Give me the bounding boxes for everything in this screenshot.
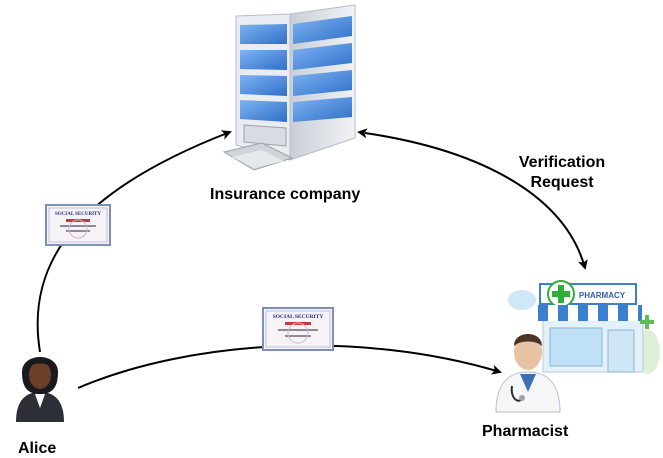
- card-header: SOCIAL SECURITY: [273, 314, 324, 320]
- arrow-alice-to-pharmacist: [77, 344, 502, 389]
- verification-request-label: Verification Request: [497, 153, 627, 193]
- social-security-card-left: SOCIAL SECURITY: [45, 204, 111, 246]
- verification-request-line1: Verification: [518, 154, 606, 171]
- pharmacy-sign: PHARMACY: [579, 291, 626, 300]
- alice-avatar-icon: [16, 357, 64, 422]
- insurance-company-label: Insurance company: [210, 186, 361, 203]
- diagram-canvas: SOCIAL SECURITY SOCIAL SECURITY PHARMACY: [16, 4, 660, 422]
- building-icon: [222, 4, 356, 171]
- verification-request-line2: Request: [530, 174, 594, 191]
- social-security-card-middle: SOCIAL SECURITY: [262, 307, 334, 351]
- pharmacist-label: Pharmacist: [482, 423, 569, 440]
- card-header: SOCIAL SECURITY: [55, 212, 101, 217]
- alice-label: Alice: [18, 440, 57, 457]
